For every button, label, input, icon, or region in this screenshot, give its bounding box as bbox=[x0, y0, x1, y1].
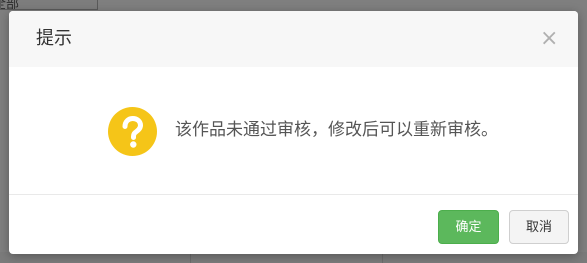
dialog-header: 提示 × bbox=[9, 11, 578, 67]
question-mark-glyph bbox=[122, 116, 143, 148]
question-warning-icon bbox=[108, 107, 157, 156]
prompt-dialog: 提示 × 该作品未通过审核，修改后可以重新审核。 确定 取消 bbox=[9, 11, 578, 254]
close-icon[interactable]: × bbox=[540, 28, 558, 50]
confirm-button[interactable]: 确定 bbox=[438, 210, 499, 244]
dialog-body: 该作品未通过审核，修改后可以重新审核。 bbox=[9, 67, 578, 195]
dialog-title: 提示 bbox=[36, 28, 72, 49]
cancel-button[interactable]: 取消 bbox=[509, 210, 569, 244]
dialog-message: 该作品未通过审核，修改后可以重新审核。 bbox=[175, 120, 498, 140]
background-filter-select: 全部 bbox=[0, 0, 98, 10]
background-filter-select-text: 全部 bbox=[1, 0, 20, 10]
dialog-footer: 确定 取消 bbox=[9, 195, 578, 254]
